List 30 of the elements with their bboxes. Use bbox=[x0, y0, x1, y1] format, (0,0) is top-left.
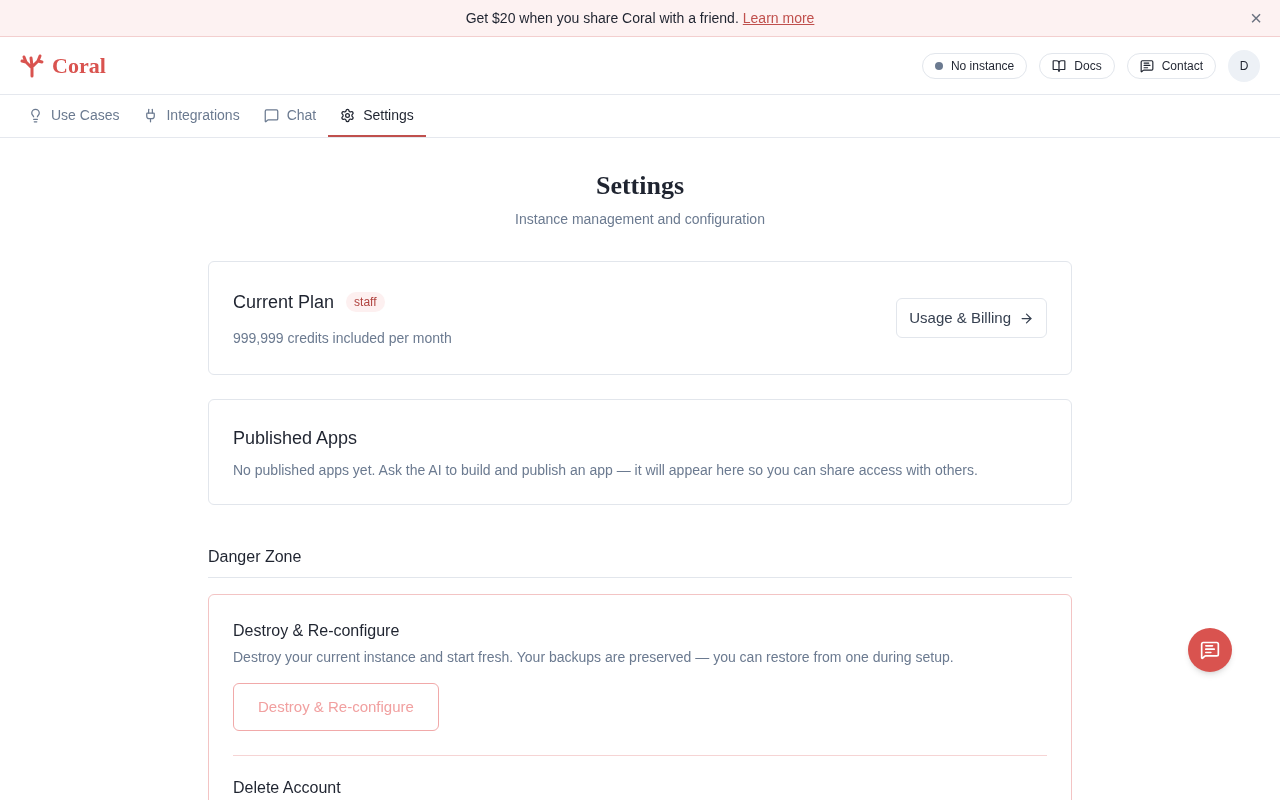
page-title: Settings bbox=[594, 170, 686, 202]
arrow-right-icon bbox=[1019, 310, 1034, 326]
logo-text: Coral bbox=[52, 52, 106, 80]
lightbulb-icon bbox=[28, 107, 43, 123]
chat-fab[interactable] bbox=[1188, 628, 1232, 672]
nav-tab[interactable]: Settings bbox=[328, 95, 426, 137]
nav-tab[interactable]: Use Cases bbox=[16, 95, 132, 137]
danger-section-text: Destroy your current instance and start fresh. Your backups are preserved — you can restore from one during setup. bbox=[233, 648, 955, 667]
coral-icon bbox=[20, 53, 44, 78]
danger-section-title: Destroy & Re-configure bbox=[233, 621, 401, 641]
message-icon bbox=[1139, 58, 1154, 73]
settings-icon bbox=[340, 107, 356, 123]
page-subtitle: Instance management and configuration bbox=[514, 210, 766, 229]
book-icon bbox=[1052, 58, 1067, 73]
apps-title: Published Apps bbox=[233, 427, 359, 450]
close-button[interactable]: × bbox=[1250, 8, 1262, 28]
user-avatar[interactable]: D bbox=[1228, 49, 1260, 82]
danger-zone-title: Danger Zone bbox=[208, 545, 1072, 578]
apps-text: No published apps yet. Ask the AI to build and publish an app — it will appear here so you can share access with others. bbox=[233, 461, 979, 480]
chat-icon bbox=[263, 107, 279, 123]
message-icon bbox=[1200, 640, 1220, 660]
usage-billing-button[interactable]: Usage & Billing bbox=[896, 298, 1047, 338]
nav-tab[interactable]: Integrations bbox=[131, 95, 252, 137]
nav-tab[interactable]: Chat bbox=[251, 95, 329, 137]
learn-more-link[interactable]: Learn more bbox=[742, 8, 815, 28]
plan-badge: staff bbox=[346, 292, 385, 312]
danger-section-title: Delete Account bbox=[233, 778, 342, 798]
credits-text: 999,999 credits included per month bbox=[233, 329, 452, 348]
banner-text: Get $20 when you share Coral with a friend. bbox=[465, 9, 739, 28]
plan-title: Current Plan bbox=[233, 291, 335, 314]
